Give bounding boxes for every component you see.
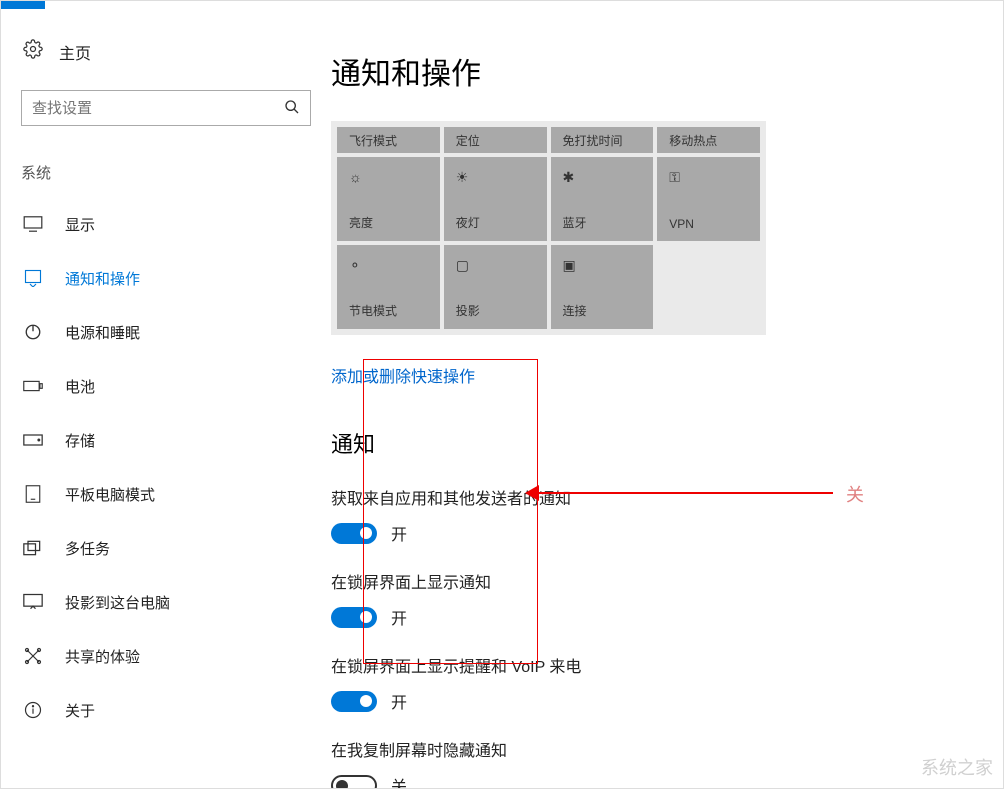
nav-item-tablet[interactable]: 平板电脑模式	[1, 467, 331, 521]
main-panel: 通知和操作 飞行模式 定位 免打扰时间 移动热点 ☼亮度 ☀夜灯 ✱蓝牙 ⚿VP…	[331, 9, 1003, 788]
home-link[interactable]: 主页	[23, 39, 311, 64]
nav-item-notifications[interactable]: 通知和操作	[1, 251, 331, 305]
project-icon	[23, 593, 43, 611]
toggle-text: 开	[391, 605, 407, 629]
nav-item-power[interactable]: 电源和睡眠	[1, 305, 331, 359]
connect-icon: ▣	[563, 257, 576, 274]
brightness-icon: ☼	[349, 169, 362, 185]
toggle-app-notifications[interactable]	[331, 523, 377, 544]
nav-label: 投影到这台电脑	[65, 592, 170, 613]
multitask-icon	[23, 540, 43, 556]
nav-label: 平板电脑模式	[65, 484, 155, 505]
saver-icon: ⚬	[349, 257, 361, 274]
toggle-text: 关	[391, 773, 407, 788]
qa-tile-airplane[interactable]: 飞行模式	[337, 127, 440, 153]
toggle-hide-on-duplicate[interactable]	[331, 775, 377, 789]
section-title: 通知	[331, 427, 1003, 459]
nav-item-share[interactable]: 共享的体验	[1, 629, 331, 683]
setting-app-notifications: 获取来自应用和其他发送者的通知 开	[331, 485, 1003, 545]
toggle-lockscreen-voip[interactable]	[331, 691, 377, 712]
back-button[interactable]	[1, 1, 45, 9]
tablet-icon	[23, 485, 43, 503]
qa-tile-vpn[interactable]: ⚿VPN	[657, 157, 760, 241]
share-icon	[23, 647, 43, 665]
nav-item-about[interactable]: 关于	[1, 683, 331, 737]
qa-tile-location[interactable]: 定位	[444, 127, 547, 153]
toggle-text: 开	[391, 521, 407, 545]
quick-actions-grid: 飞行模式 定位 免打扰时间 移动热点 ☼亮度 ☀夜灯 ✱蓝牙 ⚿VPN ⚬节电模…	[331, 121, 766, 335]
nav-item-project[interactable]: 投影到这台电脑	[1, 575, 331, 629]
qa-tile-connect[interactable]: ▣连接	[551, 245, 654, 329]
nav-label: 多任务	[65, 538, 110, 559]
info-icon	[23, 701, 43, 719]
nav-item-multitask[interactable]: 多任务	[1, 521, 331, 575]
setting-label: 获取来自应用和其他发送者的通知	[331, 485, 1003, 509]
main-container: 主页 系统 显示 通知和操作 电源和睡眠	[1, 9, 1003, 788]
qa-tile-saver[interactable]: ⚬节电模式	[337, 245, 440, 329]
nav-label: 电池	[65, 376, 95, 397]
gear-icon	[23, 39, 43, 64]
nav-item-battery[interactable]: 电池	[1, 359, 331, 413]
search-icon	[284, 99, 300, 118]
qa-tile-hotspot[interactable]: 移动热点	[657, 127, 760, 153]
section-header: 系统	[21, 162, 311, 183]
nav-item-display[interactable]: 显示	[1, 197, 331, 251]
setting-label: 在锁屏界面上显示通知	[331, 569, 1003, 593]
monitor-icon	[23, 216, 43, 232]
setting-label: 在锁屏界面上显示提醒和 VoIP 来电	[331, 653, 1003, 677]
toggle-text: 开	[391, 689, 407, 713]
nav-item-storage[interactable]: 存储	[1, 413, 331, 467]
nav-label: 通知和操作	[65, 268, 140, 289]
setting-lockscreen-notifications: 在锁屏界面上显示通知 开	[331, 569, 1003, 629]
home-label: 主页	[59, 40, 91, 64]
nav-label: 关于	[65, 700, 95, 721]
header-bar	[1, 1, 1003, 9]
battery-icon	[23, 379, 43, 393]
toggle-lockscreen-notifications[interactable]	[331, 607, 377, 628]
qa-tile-nightlight[interactable]: ☀夜灯	[444, 157, 547, 241]
qa-tile-dnd[interactable]: 免打扰时间	[551, 127, 654, 153]
setting-lockscreen-voip: 在锁屏界面上显示提醒和 VoIP 来电 开	[331, 653, 1003, 713]
qa-tile-projector[interactable]: ▢投影	[444, 245, 547, 329]
qa-tile-bluetooth[interactable]: ✱蓝牙	[551, 157, 654, 241]
nav-label: 电源和睡眠	[65, 322, 140, 343]
power-icon	[23, 323, 43, 341]
qa-tile-brightness[interactable]: ☼亮度	[337, 157, 440, 241]
vpn-icon: ⚿	[669, 169, 680, 186]
sidebar: 主页 系统 显示 通知和操作 电源和睡眠	[1, 9, 331, 788]
projector-icon: ▢	[456, 257, 469, 274]
nav-label: 存储	[65, 430, 95, 451]
edit-quick-actions-link[interactable]: 添加或删除快速操作	[331, 363, 1003, 387]
nav-label: 显示	[65, 214, 95, 235]
nightlight-icon: ☀	[456, 169, 469, 186]
nav-list: 显示 通知和操作 电源和睡眠 电池 存储 平板电脑模式	[1, 197, 331, 737]
search-input[interactable]	[32, 100, 284, 117]
bluetooth-icon: ✱	[563, 169, 575, 186]
notification-icon	[23, 269, 43, 287]
setting-label: 在我复制屏幕时隐藏通知	[331, 737, 1003, 761]
setting-hide-on-duplicate: 在我复制屏幕时隐藏通知 关	[331, 737, 1003, 788]
search-box[interactable]	[21, 90, 311, 126]
nav-label: 共享的体验	[65, 646, 140, 667]
storage-icon	[23, 433, 43, 447]
page-title: 通知和操作	[331, 49, 1003, 93]
